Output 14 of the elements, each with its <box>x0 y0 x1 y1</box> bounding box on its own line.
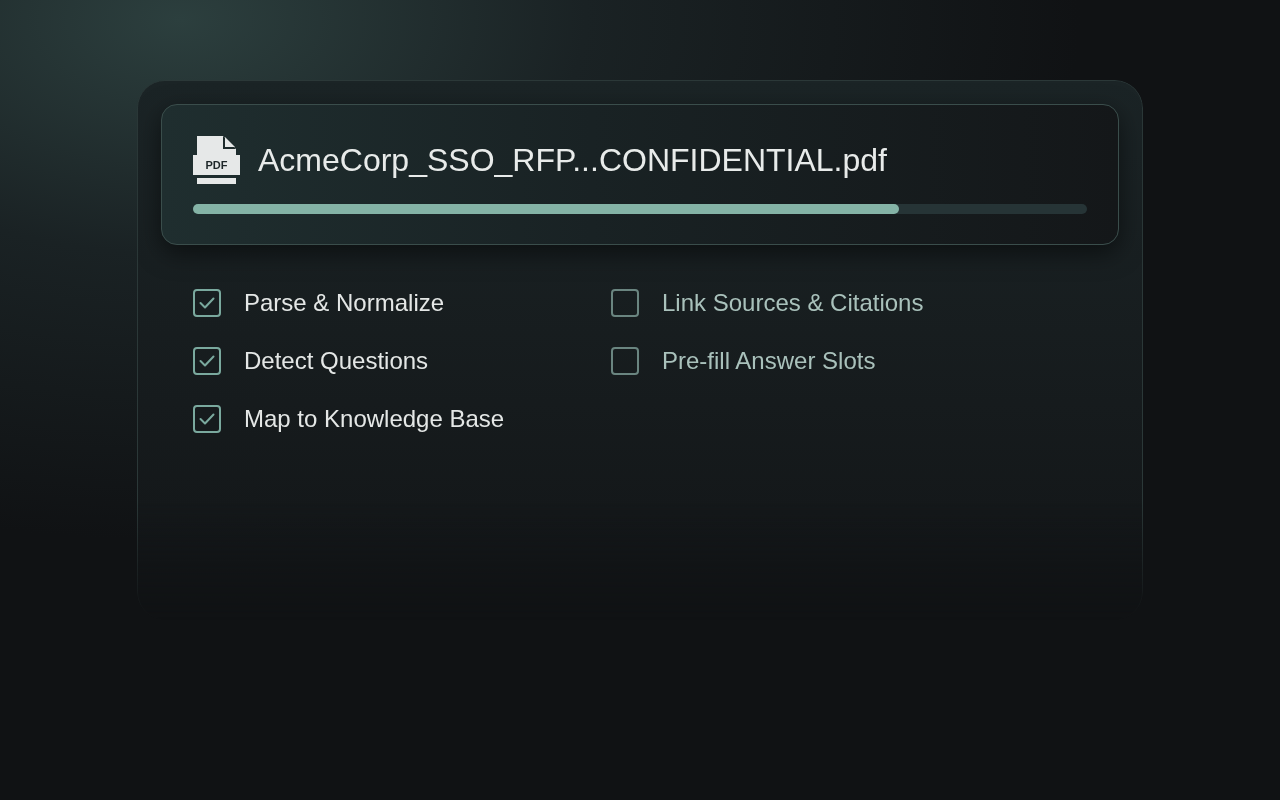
check-icon <box>199 355 215 367</box>
checkbox[interactable] <box>611 289 639 317</box>
step-label: Detect Questions <box>244 346 429 376</box>
step-label: Parse & Normalize <box>244 288 445 318</box>
checkbox[interactable] <box>611 347 639 375</box>
step-label: Pre-fill Answer Slots <box>662 346 876 376</box>
checkbox[interactable] <box>193 289 221 317</box>
checkbox[interactable] <box>193 405 221 433</box>
file-name: AcmeCorp_SSO_RFP...CONFIDENTIAL.pdf <box>258 141 887 180</box>
step-label: Link Sources & Citations <box>662 288 924 318</box>
step-label: Map to Knowledge Base <box>244 404 505 434</box>
check-icon <box>199 297 215 309</box>
check-icon <box>199 413 215 425</box>
checkbox[interactable] <box>193 347 221 375</box>
